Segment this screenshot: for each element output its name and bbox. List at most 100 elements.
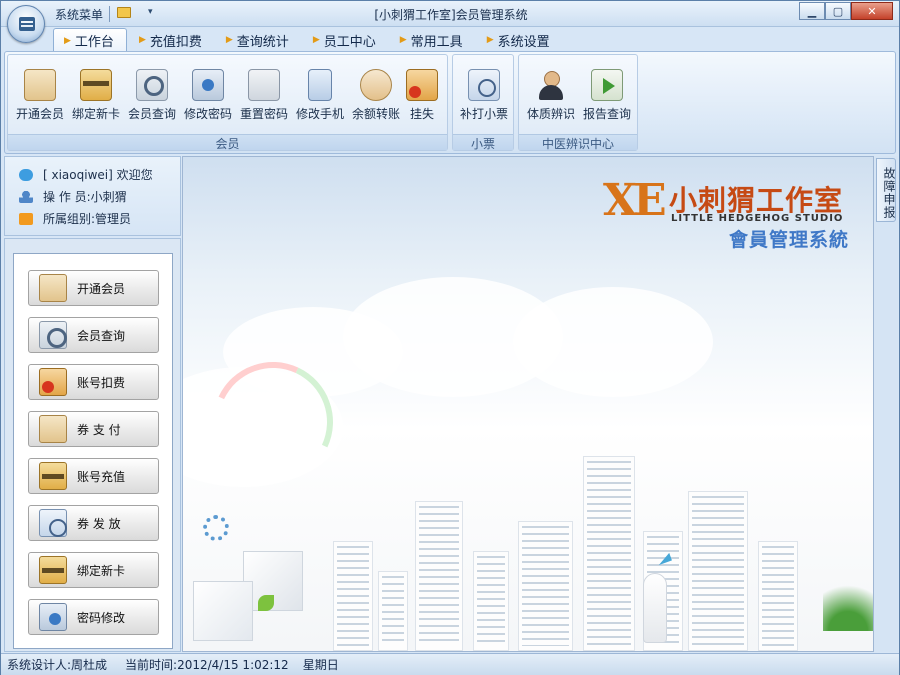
ribbon-group-tcm: 体质辨识 报告查询 中医辨识中心 bbox=[518, 54, 638, 151]
ribbon-button-label: 挂失 bbox=[409, 107, 434, 121]
reprint-receipt-button[interactable]: 补打小票 bbox=[456, 63, 512, 125]
bind-card-button[interactable]: 绑定新卡 bbox=[68, 63, 124, 125]
side-button-label: 密码修改 bbox=[77, 610, 126, 625]
close-button[interactable]: ✕ bbox=[851, 2, 893, 20]
side-change-password-button[interactable]: 密码修改 bbox=[28, 599, 159, 635]
building-decoration bbox=[415, 501, 463, 651]
ribbon-button-label: 会员查询 bbox=[127, 107, 176, 121]
side-member-query-button[interactable]: 会员查询 bbox=[28, 317, 159, 353]
tab-statistics[interactable]: ▶ 查询统计 bbox=[216, 28, 301, 52]
sprout-decoration bbox=[258, 595, 274, 611]
side-button-label: 账号充值 bbox=[77, 469, 126, 484]
side-button-label: 券 支 付 bbox=[77, 422, 121, 437]
tab-label: 常用工具 bbox=[410, 34, 463, 50]
building-decoration bbox=[378, 571, 408, 651]
pinwheel-decoration bbox=[203, 515, 229, 541]
side-recharge-button[interactable]: 账号充值 bbox=[28, 458, 159, 494]
report-loss-button[interactable]: 挂失 bbox=[400, 63, 444, 125]
side-deduct-button[interactable]: 账号扣费 bbox=[28, 364, 159, 400]
tab-recharge[interactable]: ▶ 充值扣费 bbox=[129, 28, 214, 52]
change-password-button[interactable]: 修改密码 bbox=[180, 63, 236, 125]
quick-actions-list: 开通会员 会员查询 账号扣费 券 支 付 账号充值 券 发 放 绑定新卡 密码修… bbox=[13, 253, 173, 649]
side-open-member-button[interactable]: 开通会员 bbox=[28, 270, 159, 306]
reset-password-button[interactable]: 重置密码 bbox=[236, 63, 292, 125]
doctor-icon bbox=[535, 69, 567, 101]
current-time-text: 当前时间:2012/4/15 1:02:12 bbox=[125, 658, 289, 672]
tab-label: 查询统计 bbox=[236, 34, 289, 50]
search-icon bbox=[136, 69, 168, 101]
ribbon-button-label: 绑定新卡 bbox=[71, 107, 120, 121]
ribbon-button-label: 体质辨识 bbox=[526, 107, 575, 121]
building-decoration bbox=[333, 541, 373, 651]
app-menu-icon bbox=[19, 17, 35, 31]
tab-label: 充值扣费 bbox=[149, 34, 202, 50]
reset-password-icon bbox=[248, 69, 280, 101]
user-icon bbox=[19, 190, 33, 203]
group-text: 所属组别:管理员 bbox=[43, 212, 132, 226]
ribbon-group-receipt: 补打小票 小票 bbox=[452, 54, 514, 151]
ribbon-button-label: 补打小票 bbox=[459, 107, 508, 121]
application-menu-button[interactable] bbox=[7, 5, 45, 43]
window-controls: ▁ ▢ ✕ bbox=[799, 2, 893, 20]
app-window: 系统菜单 ▾ [小刺猬工作室]会员管理系统 ▁ ▢ ✕ ▶ 工作台 ▶ 充值扣费 ▶… bbox=[0, 0, 900, 675]
maximize-button[interactable]: ▢ bbox=[825, 2, 851, 20]
tab-arrow-icon: ▶ bbox=[486, 35, 494, 45]
chat-icon bbox=[19, 168, 33, 181]
tab-arrow-icon: ▶ bbox=[64, 35, 71, 46]
tab-arrow-icon: ▶ bbox=[399, 35, 407, 45]
welcome-text: [ xiaoqiwei] 欢迎您 bbox=[43, 168, 153, 182]
logo-english: LITTLE HEDGEHOG STUDIO bbox=[671, 213, 844, 224]
report-query-button[interactable]: 报告查询 bbox=[579, 63, 635, 125]
ribbon-group-member: 开通会员 绑定新卡 会员查询 修改密码 重置密码 修改手机 余额转账 挂失 会员 bbox=[7, 54, 448, 151]
operator-row: 操 作 员:小刺猬 bbox=[19, 188, 127, 205]
minimize-button[interactable]: ▁ bbox=[799, 2, 825, 20]
deduct-icon bbox=[39, 368, 67, 396]
designer-text: 系统设计人:周杜成 bbox=[7, 658, 108, 672]
title-bar: 系统菜单 ▾ [小刺猬工作室]会员管理系统 ▁ ▢ ✕ bbox=[1, 1, 899, 27]
building-decoration bbox=[473, 551, 509, 651]
cloud-decoration bbox=[513, 287, 713, 397]
welcome-row: [ xiaoqiwei] 欢迎您 bbox=[19, 166, 153, 183]
password-icon bbox=[39, 603, 67, 631]
ribbon-group-label: 中医辨识中心 bbox=[519, 134, 637, 151]
side-coupon-issue-button[interactable]: 券 发 放 bbox=[28, 505, 159, 541]
logo-system-name: 會員管理系統 bbox=[729, 229, 850, 251]
ribbon-button-label: 修改手机 bbox=[295, 107, 344, 121]
tab-tools[interactable]: ▶ 常用工具 bbox=[390, 28, 475, 52]
handshake-icon bbox=[360, 69, 392, 101]
main-content-area: XE 小刺猬工作室 LITTLE HEDGEHOG STUDIO 會員管理系統 bbox=[182, 156, 874, 652]
ribbon-group-label: 会员 bbox=[8, 134, 447, 151]
tab-label: 员工中心 bbox=[323, 34, 376, 50]
tab-staff[interactable]: ▶ 员工中心 bbox=[303, 28, 388, 52]
coupon-pay-icon bbox=[39, 415, 67, 443]
card-icon bbox=[39, 274, 67, 302]
open-member-button[interactable]: 开通会员 bbox=[12, 63, 68, 125]
building-decoration bbox=[758, 541, 798, 651]
change-phone-button[interactable]: 修改手机 bbox=[292, 63, 348, 125]
cube-decoration bbox=[193, 581, 253, 641]
side-button-label: 会员查询 bbox=[77, 328, 126, 343]
side-coupon-pay-button[interactable]: 券 支 付 bbox=[28, 411, 159, 447]
ribbon-button-label: 余额转账 bbox=[351, 107, 400, 121]
recharge-icon bbox=[39, 462, 67, 490]
tab-arrow-icon: ▶ bbox=[312, 35, 320, 45]
side-bind-card-button[interactable]: 绑定新卡 bbox=[28, 552, 159, 588]
fault-report-tab[interactable]: 故障申报 bbox=[876, 158, 896, 222]
ribbon-button-label: 报告查询 bbox=[582, 107, 631, 121]
group-row: 所属组别:管理员 bbox=[19, 210, 131, 227]
window-title: [小刺猬工作室]会员管理系统 bbox=[374, 8, 528, 22]
tab-workbench[interactable]: ▶ 工作台 bbox=[53, 28, 127, 52]
rss-icon bbox=[19, 212, 33, 225]
report-icon bbox=[591, 69, 623, 101]
search-icon bbox=[39, 321, 67, 349]
constitution-test-button[interactable]: 体质辨识 bbox=[523, 63, 579, 125]
member-query-button[interactable]: 会员查询 bbox=[124, 63, 180, 125]
ribbon: 开通会员 绑定新卡 会员查询 修改密码 重置密码 修改手机 余额转账 挂失 会员… bbox=[4, 51, 896, 154]
quick-actions-panel: 开通会员 会员查询 账号扣费 券 支 付 账号充值 券 发 放 绑定新卡 密码修… bbox=[4, 238, 181, 652]
tab-settings[interactable]: ▶ 系统设置 bbox=[477, 28, 562, 52]
bank-card-icon bbox=[80, 69, 112, 101]
balance-transfer-button[interactable]: 余额转账 bbox=[348, 63, 404, 125]
ribbon-button-label: 修改密码 bbox=[183, 107, 232, 121]
building-decoration bbox=[518, 521, 573, 651]
logo-mark: XE bbox=[603, 175, 667, 226]
